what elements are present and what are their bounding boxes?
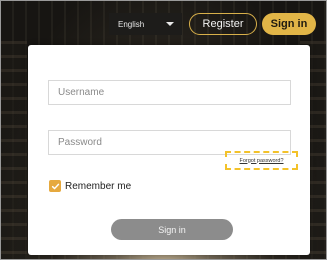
login-screen: English Register Sign in Username Passwo…	[0, 0, 327, 260]
background-bookshelf	[1, 41, 27, 259]
remember-me-checkbox[interactable]	[49, 180, 61, 192]
remember-me-row[interactable]: Remember me	[49, 180, 131, 192]
language-select-value: English	[118, 19, 145, 29]
caret-down-icon	[166, 22, 174, 26]
register-button[interactable]: Register	[189, 13, 257, 35]
forgot-password-link[interactable]: Forgot password?	[239, 158, 283, 164]
forgot-password-highlight: Forgot password?	[225, 151, 298, 170]
signin-dialog: Username Password Forgot password? Remem…	[28, 45, 310, 255]
language-select[interactable]: English	[109, 13, 182, 35]
header-signin-button[interactable]: Sign in	[262, 13, 316, 35]
signin-submit-button[interactable]: Sign in	[111, 219, 233, 240]
check-icon	[51, 183, 59, 189]
remember-me-label: Remember me	[65, 180, 132, 192]
username-input[interactable]: Username	[48, 80, 291, 105]
